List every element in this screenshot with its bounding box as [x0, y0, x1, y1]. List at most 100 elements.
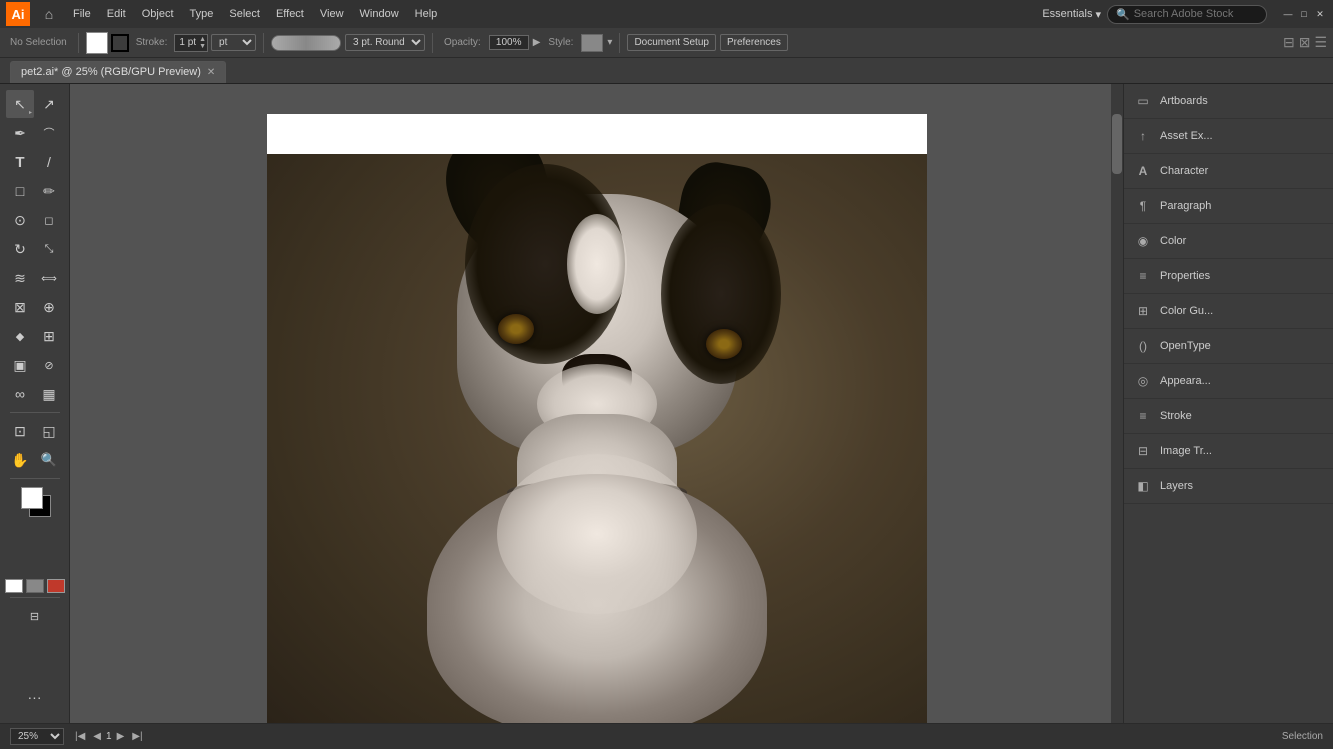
home-icon[interactable]: ⌂: [38, 3, 60, 25]
zoom-tool[interactable]: 🔍: [35, 446, 63, 474]
vertical-scrollbar[interactable]: [1111, 84, 1123, 723]
stroke-width-spinner[interactable]: 1 pt ▲ ▼: [174, 34, 208, 52]
eraser-tool[interactable]: ◻: [35, 206, 63, 234]
line-tool[interactable]: /: [35, 148, 63, 176]
scrollbar-thumb[interactable]: [1112, 114, 1122, 174]
arrange-icon-3[interactable]: ☰: [1314, 34, 1327, 51]
tool-corner-arrow: ▸: [29, 109, 32, 116]
stroke-label: Stroke:: [132, 37, 172, 48]
menu-file[interactable]: File: [66, 6, 98, 22]
zoom-select[interactable]: 25% 50%100%200%: [10, 728, 64, 745]
scale-tool[interactable]: ⤡: [35, 235, 63, 263]
nav-first-button[interactable]: |◀: [72, 730, 88, 743]
panel-opentype[interactable]: () OpenType: [1124, 329, 1333, 364]
free-transform-tool[interactable]: ⊠: [6, 293, 34, 321]
rotate-tool[interactable]: ↻: [6, 235, 34, 263]
curvature-tool[interactable]: ⌒: [35, 119, 63, 147]
stroke-color-box[interactable]: [111, 34, 129, 52]
perspective-tool[interactable]: ◆: [6, 322, 34, 350]
panel-image-trace[interactable]: ⊟ Image Tr...: [1124, 434, 1333, 469]
color-gray-box[interactable]: [26, 579, 44, 593]
dog-right-eye: [706, 329, 742, 359]
tab-close-button[interactable]: ✕: [207, 67, 215, 78]
panel-properties[interactable]: ≡ Properties: [1124, 259, 1333, 294]
style-box[interactable]: [581, 34, 603, 52]
document-setup-button[interactable]: Document Setup: [627, 34, 716, 51]
graph-tool[interactable]: ▦: [35, 380, 63, 408]
panel-layers[interactable]: ◧ Layers: [1124, 469, 1333, 504]
pen-tool[interactable]: ✒: [6, 119, 34, 147]
preferences-button[interactable]: Preferences: [720, 34, 788, 51]
menu-object[interactable]: Object: [135, 6, 181, 22]
direct-selection-tool[interactable]: ↗: [35, 90, 63, 118]
menu-help[interactable]: Help: [408, 6, 445, 22]
selection-tool[interactable]: ↖ ▸: [6, 90, 34, 118]
menu-edit[interactable]: Edit: [100, 6, 133, 22]
opacity-expand-icon[interactable]: ▶: [533, 37, 541, 48]
menu-view[interactable]: View: [313, 6, 351, 22]
curvature-tool-icon: ⌒: [44, 125, 55, 141]
opacity-input[interactable]: [489, 35, 529, 50]
rectangle-tool[interactable]: □: [6, 177, 34, 205]
slice-tool-icon: ◱: [42, 423, 55, 440]
nav-next-button[interactable]: ▶: [114, 730, 128, 743]
slice-tool[interactable]: ◱: [35, 417, 63, 445]
panel-paragraph[interactable]: ¶ Paragraph: [1124, 189, 1333, 224]
arrange-icon-2[interactable]: ⊠: [1299, 34, 1311, 51]
canvas-scroll[interactable]: [70, 84, 1123, 723]
fill-color-box[interactable]: [86, 32, 108, 54]
brush-type-select[interactable]: 3 pt. Round: [345, 34, 425, 51]
change-screen-mode-tool[interactable]: ⊟: [21, 602, 49, 630]
color-none-box[interactable]: [5, 579, 23, 593]
width-tool[interactable]: ⟺: [35, 264, 63, 292]
stroke-units-select[interactable]: ptpxmm: [211, 34, 256, 51]
type-tool[interactable]: T: [6, 148, 34, 176]
paintbrush-tool[interactable]: ✏: [35, 177, 63, 205]
direct-selection-icon: ↗: [43, 96, 55, 113]
search-stock-box[interactable]: 🔍: [1107, 5, 1267, 24]
maximize-button[interactable]: □: [1297, 7, 1311, 21]
shape-builder-tool[interactable]: ⊕: [35, 293, 63, 321]
stroke-spinner-arrows[interactable]: ▲ ▼: [199, 36, 206, 50]
menu-type[interactable]: Type: [183, 6, 221, 22]
menu-select[interactable]: Select: [222, 6, 267, 22]
stroke-up-arrow[interactable]: ▲: [199, 36, 206, 43]
more-tools-button[interactable]: ···: [10, 683, 60, 711]
color-red-box[interactable]: [47, 579, 65, 593]
tab-bar: pet2.ai* @ 25% (RGB/GPU Preview) ✕: [0, 58, 1333, 84]
foreground-color[interactable]: [21, 487, 43, 509]
nav-prev-button[interactable]: ◀: [90, 730, 104, 743]
panel-color[interactable]: ◉ Color: [1124, 224, 1333, 259]
hand-tool[interactable]: ✋: [6, 446, 34, 474]
stroke-down-arrow[interactable]: ▼: [199, 43, 206, 50]
menu-window[interactable]: Window: [353, 6, 406, 22]
blend-tool[interactable]: ∞: [6, 380, 34, 408]
minimize-button[interactable]: —: [1281, 7, 1295, 21]
document-tab[interactable]: pet2.ai* @ 25% (RGB/GPU Preview) ✕: [10, 61, 226, 83]
tool-row-7: ≋ ⟺: [6, 264, 63, 292]
artboard-tool[interactable]: ⊡: [6, 417, 34, 445]
color-label: Color: [1160, 235, 1186, 247]
menu-effect[interactable]: Effect: [269, 6, 311, 22]
style-dropdown-icon[interactable]: ▾: [607, 37, 612, 48]
properties-icon: ≡: [1134, 267, 1152, 285]
close-button[interactable]: ✕: [1313, 7, 1327, 21]
blob-brush-tool[interactable]: ⊙: [6, 206, 34, 234]
arrange-icon-1[interactable]: ⊟: [1283, 34, 1295, 51]
panel-stroke[interactable]: ≡ Stroke: [1124, 399, 1333, 434]
nav-last-button[interactable]: ▶|: [129, 730, 145, 743]
panel-artboards[interactable]: ▭ Artboards: [1124, 84, 1333, 119]
panel-appearance[interactable]: ◎ Appeara...: [1124, 364, 1333, 399]
workspace-selector[interactable]: Essentials ▾: [1042, 8, 1101, 21]
brush-stroke-preview: [271, 35, 341, 51]
warp-tool[interactable]: ≋: [6, 264, 34, 292]
workspace-dropdown-icon: ▾: [1095, 8, 1101, 21]
tools-divider-3: [10, 597, 60, 598]
eyedropper-tool[interactable]: ⊘: [35, 351, 63, 379]
mesh-tool[interactable]: ⊞: [35, 322, 63, 350]
panel-asset-export[interactable]: ↑ Asset Ex...: [1124, 119, 1333, 154]
panel-color-guide[interactable]: ⊞ Color Gu...: [1124, 294, 1333, 329]
gradient-tool[interactable]: ▣: [6, 351, 34, 379]
search-input[interactable]: [1134, 8, 1254, 20]
panel-character[interactable]: A Character: [1124, 154, 1333, 189]
